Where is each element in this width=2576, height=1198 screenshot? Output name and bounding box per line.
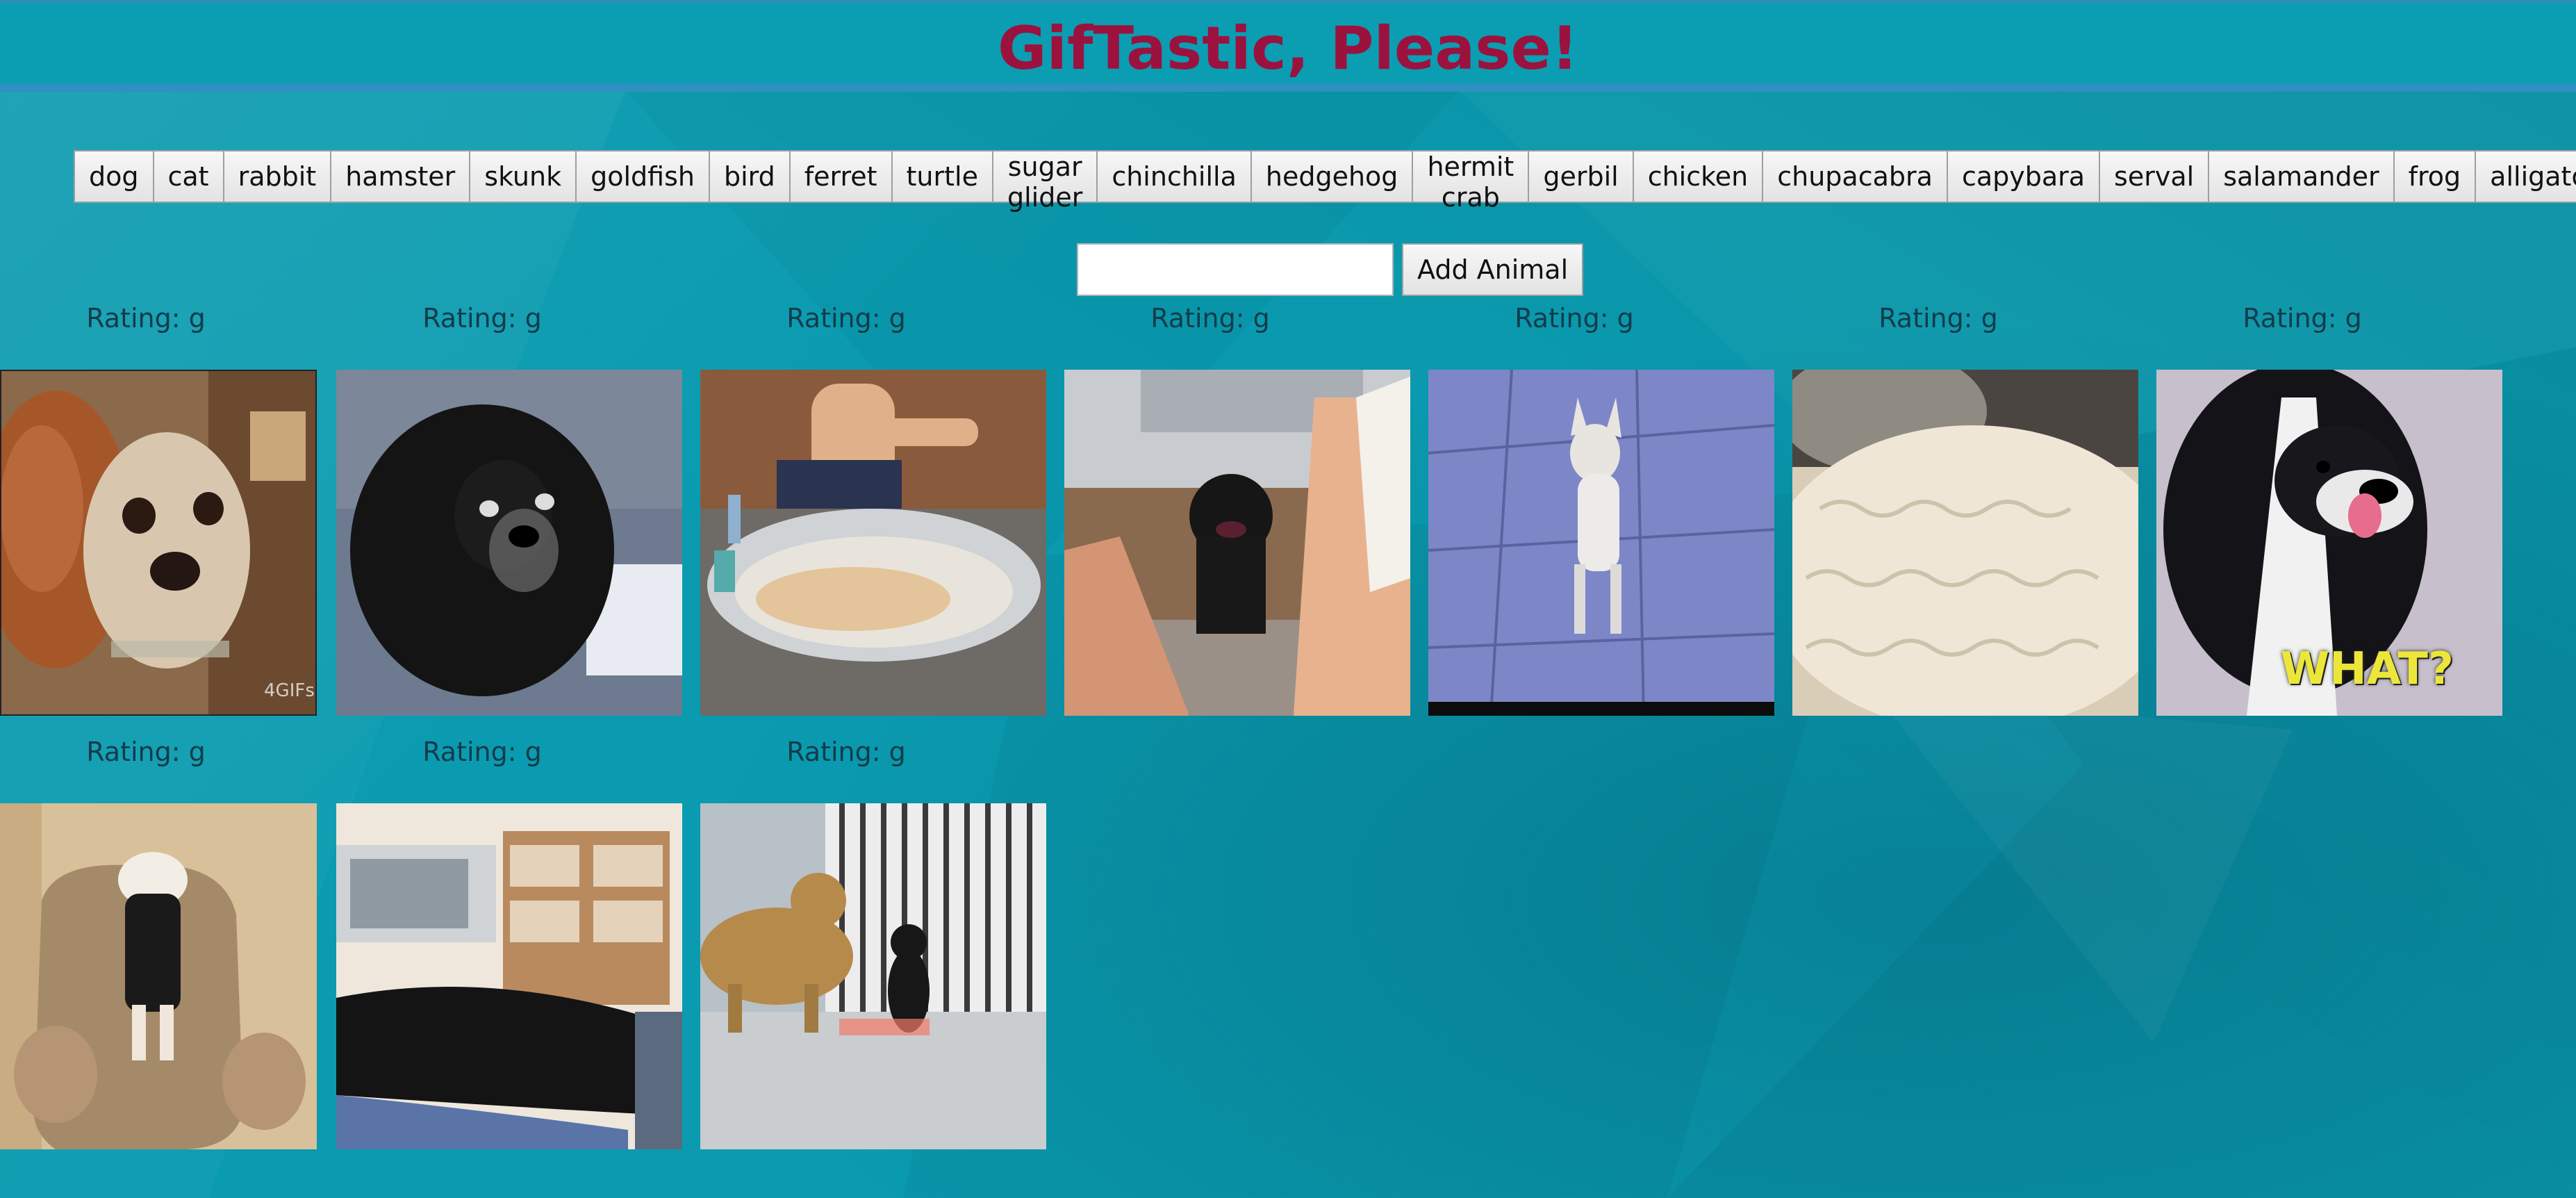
gif-card: Rating: g <box>336 299 684 716</box>
animal-button-dog[interactable]: dog <box>74 150 154 203</box>
animal-button-ferret[interactable]: ferret <box>790 150 893 203</box>
add-animal-button[interactable]: Add Animal <box>1402 243 1584 296</box>
gif-image[interactable] <box>1428 370 1774 716</box>
gif-caption: WHAT? <box>2280 643 2454 695</box>
gif-rating: Rating: g <box>1879 303 1998 334</box>
animal-button-bird[interactable]: bird <box>709 150 791 203</box>
gif-card: Rating: g <box>336 732 684 1149</box>
animal-button-hermit-crab[interactable]: hermit crab <box>1413 150 1530 213</box>
svg-text:4GIFs: 4GIFs <box>264 680 315 701</box>
gif-image[interactable] <box>336 370 682 716</box>
gif-image[interactable] <box>0 803 317 1149</box>
gif-card: Rating: g WHAT? <box>2156 299 2504 716</box>
gif-image[interactable] <box>1792 370 2138 716</box>
gif-card: Rating: g <box>0 732 347 1149</box>
gif-rating: Rating: g <box>422 303 542 334</box>
gif-rating: Rating: g <box>786 737 906 767</box>
gif-image[interactable] <box>700 370 1046 716</box>
animal-button-alligator[interactable]: alligator <box>2476 150 2576 203</box>
animal-button-frog[interactable]: frog <box>2394 150 2477 203</box>
animal-button-chinchilla[interactable]: chinchilla <box>1098 150 1252 203</box>
gif-rating: Rating: g <box>1150 303 1270 334</box>
gif-card: Rating: g <box>700 732 1048 1149</box>
add-animal-form: Add Animal <box>1077 243 1584 296</box>
animal-button-capybara[interactable]: capybara <box>1947 150 2101 203</box>
gif-image[interactable]: 4GIFs <box>0 370 317 716</box>
gif-rating: Rating: g <box>86 303 206 334</box>
gif-card: Rating: g <box>700 299 1048 716</box>
animal-button-goldfish[interactable]: goldfish <box>577 150 710 203</box>
animal-button-chupacabra[interactable]: chupacabra <box>1763 150 1948 203</box>
gif-image[interactable]: WHAT? <box>2156 370 2502 716</box>
animal-button-salamander[interactable]: salamander <box>2209 150 2395 203</box>
gif-rating: Rating: g <box>422 737 542 767</box>
gif-rating: Rating: g <box>786 303 906 334</box>
animal-button-turtle[interactable]: turtle <box>892 150 993 203</box>
animal-button-serval[interactable]: serval <box>2100 150 2210 203</box>
gif-card: Rating: g <box>1428 299 1776 716</box>
gif-image[interactable] <box>700 803 1046 1149</box>
page-header: GifTastic, Please! <box>0 0 2576 92</box>
gif-card: Rating: g <box>1064 299 1412 716</box>
animal-button-cat[interactable]: cat <box>154 150 224 203</box>
animal-button-sugar-glider[interactable]: sugar glider <box>993 150 1098 213</box>
gif-card: Rating: g 4GIFs <box>0 299 347 716</box>
gif-image[interactable] <box>336 803 682 1149</box>
page-title: GifTastic, Please! <box>997 14 1579 83</box>
gif-rating: Rating: g <box>86 737 206 767</box>
animal-button-bar: dog cat rabbit hamster skunk goldfish bi… <box>74 150 2576 213</box>
animal-button-chicken[interactable]: chicken <box>1633 150 1764 203</box>
gif-card: Rating: g <box>1792 299 2140 716</box>
animal-button-hamster[interactable]: hamster <box>331 150 471 203</box>
animal-button-gerbil[interactable]: gerbil <box>1529 150 1634 203</box>
gif-rating: Rating: g <box>1514 303 1634 334</box>
animal-button-hedgehog[interactable]: hedgehog <box>1251 150 1414 203</box>
animal-button-skunk[interactable]: skunk <box>470 150 577 203</box>
animal-input[interactable] <box>1077 243 1394 296</box>
gif-image[interactable] <box>1064 370 1410 716</box>
animal-button-rabbit[interactable]: rabbit <box>224 150 332 203</box>
gif-rating: Rating: g <box>2243 303 2362 334</box>
